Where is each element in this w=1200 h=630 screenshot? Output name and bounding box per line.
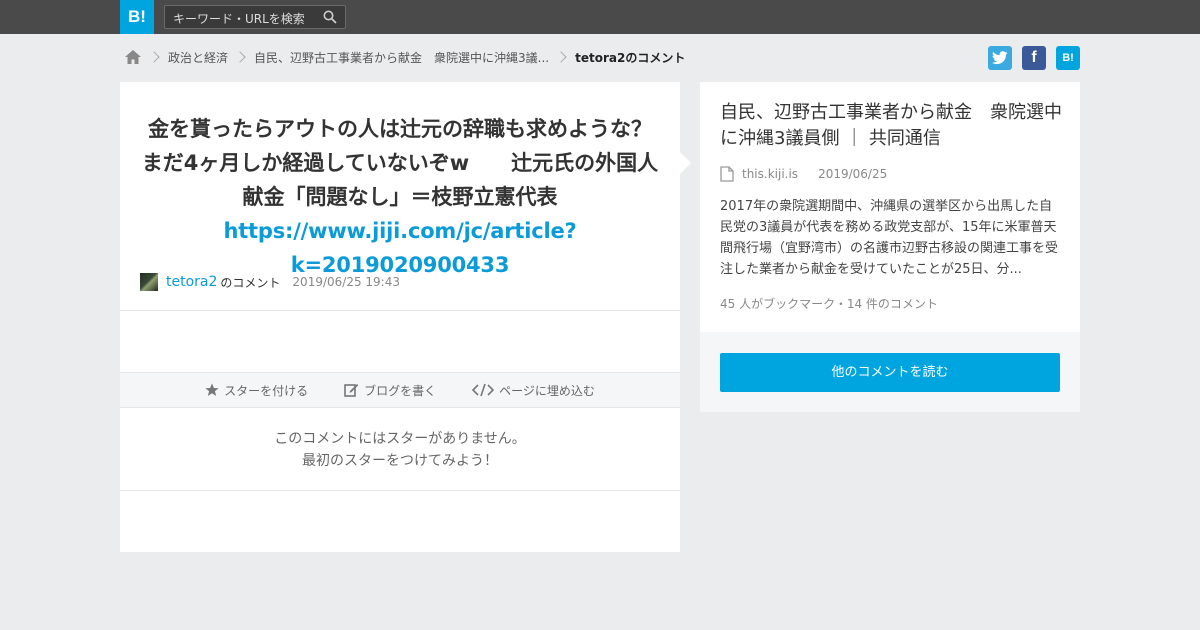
document-icon bbox=[720, 166, 734, 182]
write-blog-button[interactable]: ブログを書く bbox=[344, 382, 436, 399]
bookmark-counts[interactable]: 45 人がブックマーク・14 件のコメント bbox=[720, 295, 938, 312]
breadcrumb-current: tetora2のコメント bbox=[575, 50, 686, 65]
read-more-area: 他のコメントを読む bbox=[700, 332, 1080, 412]
comment-body: 金を貰ったらアウトの人は辻元の辞職も求めような？まだ4ヶ月しか経過していないぞw… bbox=[140, 112, 660, 282]
read-other-comments-button[interactable]: 他のコメントを読む bbox=[720, 353, 1060, 392]
embed-button[interactable]: ページに埋め込む bbox=[472, 382, 595, 399]
search-box[interactable]: キーワード・URLを検索 bbox=[164, 5, 346, 29]
entry-card: 自民、辺野古工事業者から献金 衆院選中に沖縄3議員側 ｜ 共同通信 this.k… bbox=[700, 82, 1080, 332]
comment-actions: スターを付ける ブログを書く ページに埋め込む bbox=[120, 372, 680, 408]
comment-text: 金を貰ったらアウトの人は辻元の辞職も求めような？まだ4ヶ月しか経過していないぞw… bbox=[141, 117, 659, 209]
entry-date: 2019/06/25 bbox=[818, 167, 888, 181]
embed-label: ページに埋め込む bbox=[499, 383, 595, 398]
author-name[interactable]: tetora2 bbox=[166, 274, 217, 290]
breadcrumb-category[interactable]: 政治と経済 bbox=[168, 49, 228, 66]
search-icon[interactable] bbox=[323, 10, 337, 24]
twitter-share-button[interactable] bbox=[988, 46, 1012, 70]
add-star-button[interactable]: スターを付ける bbox=[205, 382, 308, 399]
home-icon[interactable] bbox=[124, 49, 142, 65]
entry-meta: this.kiji.is 2019/06/25 bbox=[720, 166, 887, 182]
no-star-message: このコメントにはスターがありません。 最初のスターをつけてみよう！ bbox=[120, 428, 680, 472]
write-blog-label: ブログを書く bbox=[364, 383, 437, 398]
divider bbox=[120, 490, 680, 491]
comment-date[interactable]: 2019/06/25 19:43 bbox=[292, 275, 400, 289]
author-suffix: のコメント bbox=[220, 275, 281, 290]
entry-summary: 2017年の衆院選期間中、沖縄県の選挙区から出馬した自民党の3議員が代表を務める… bbox=[720, 199, 1059, 277]
no-star-line-1: このコメントにはスターがありません。 bbox=[274, 431, 526, 447]
comment-author-row: tetora2 のコメント 2019/06/25 19:43 bbox=[140, 272, 400, 292]
chevron-right-icon bbox=[234, 51, 246, 63]
add-star-label: スターを付ける bbox=[224, 383, 309, 398]
edit-icon bbox=[344, 384, 359, 397]
entry-domain[interactable]: this.kiji.is bbox=[742, 167, 798, 181]
breadcrumb: 政治と経済 自民、辺野古工事業者から献金 衆院選中に沖縄3議... tetora… bbox=[124, 46, 685, 68]
top-bar: B! キーワード・URLを検索 bbox=[0, 0, 1200, 34]
breadcrumb-entry[interactable]: 自民、辺野古工事業者から献金 衆院選中に沖縄3議... bbox=[254, 49, 549, 66]
hatena-share-button[interactable]: B! bbox=[1056, 46, 1080, 70]
twitter-icon bbox=[992, 51, 1008, 65]
star-icon bbox=[205, 383, 219, 396]
no-star-line-2: 最初のスターをつけてみよう！ bbox=[302, 453, 498, 469]
chevron-right-icon bbox=[148, 51, 160, 63]
speech-pointer bbox=[680, 152, 691, 174]
chevron-right-icon bbox=[555, 51, 567, 63]
facebook-share-button[interactable]: f bbox=[1022, 46, 1046, 70]
code-icon bbox=[472, 383, 495, 397]
hatena-logo[interactable]: B! bbox=[120, 0, 154, 34]
search-input[interactable]: キーワード・URLを検索 bbox=[173, 10, 305, 27]
entry-title[interactable]: 自民、辺野古工事業者から献金 衆院選中に沖縄3議員側 ｜ 共同通信 bbox=[720, 100, 1065, 152]
divider bbox=[120, 310, 680, 311]
comment-card: 金を貰ったらアウトの人は辻元の辞職も求めような？まだ4ヶ月しか経過していないぞw… bbox=[120, 82, 680, 552]
avatar[interactable] bbox=[140, 273, 158, 291]
